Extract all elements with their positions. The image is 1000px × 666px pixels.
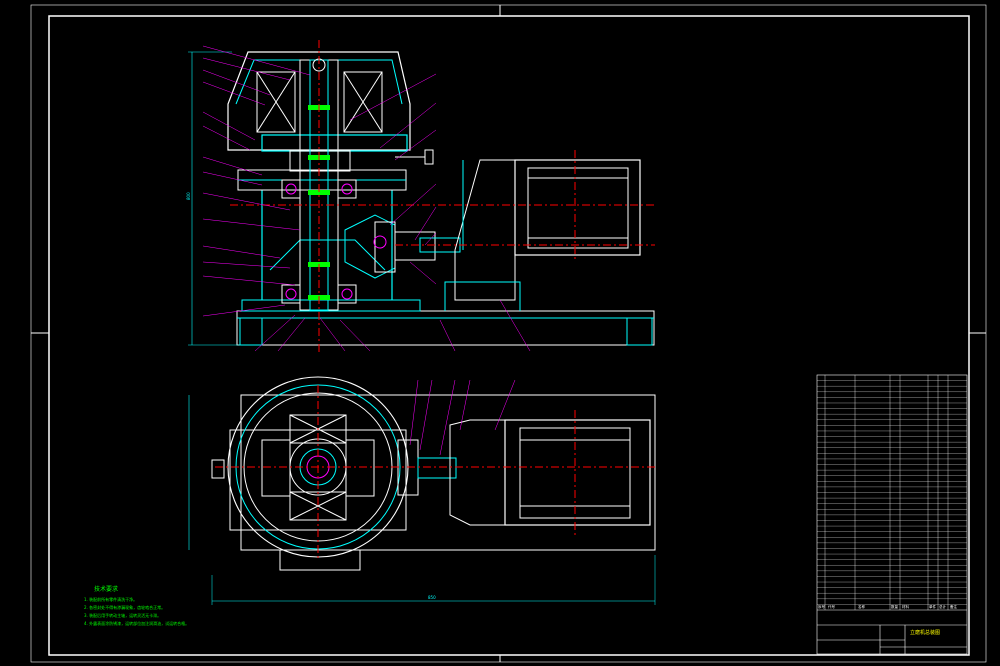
technical-note-2: 2. 各密封处不得有渗漏现象，齿轮啮合正常。: [84, 605, 166, 610]
parts-list-header-cell: 序号: [818, 604, 826, 609]
technical-note-4: 4. 外露表面涂防锈漆，运转部位加注润滑油，试运转合格。: [84, 621, 190, 626]
drawing-title: 立磨机总装图: [910, 630, 941, 636]
parts-list-table: 序号 代号 名称 数量 材料 单件 总计 备注: [816, 374, 968, 655]
parts-list-header-cell: 总计: [939, 604, 947, 609]
overall-length-dimension: 850: [428, 595, 436, 600]
technical-notes: 技术要求 1. 装配前所有零件清洗干净。 2. 各密封处不得有渗漏现象，齿轮啮合…: [84, 584, 294, 628]
top-view: [188, 376, 656, 605]
parts-list-header-cell: 单件: [929, 604, 937, 609]
mechanical-assembly-drawing: 序号 代号 名称 数量 材料 单件 总计 备注 850 800: [30, 4, 987, 663]
parts-list-header-cell: 材料: [902, 604, 910, 609]
technical-notes-heading: 技术要求: [94, 586, 119, 593]
parts-list-header-cell: 代号: [828, 604, 836, 609]
front-section-view: [188, 40, 655, 355]
overall-height-dimension: 800: [186, 192, 191, 200]
drawing-border: [30, 4, 987, 663]
parts-list-header-cell: 名称: [858, 604, 866, 609]
technical-note-3: 3. 装配后用手转动主轴，运转灵活无卡滞。: [84, 613, 162, 618]
parts-list-header-cell: 备注: [950, 604, 958, 609]
parts-list-header-cell: 数量: [891, 604, 899, 609]
technical-note-1: 1. 装配前所有零件清洗干净。: [84, 597, 138, 602]
part-leaders: [202, 45, 531, 352]
